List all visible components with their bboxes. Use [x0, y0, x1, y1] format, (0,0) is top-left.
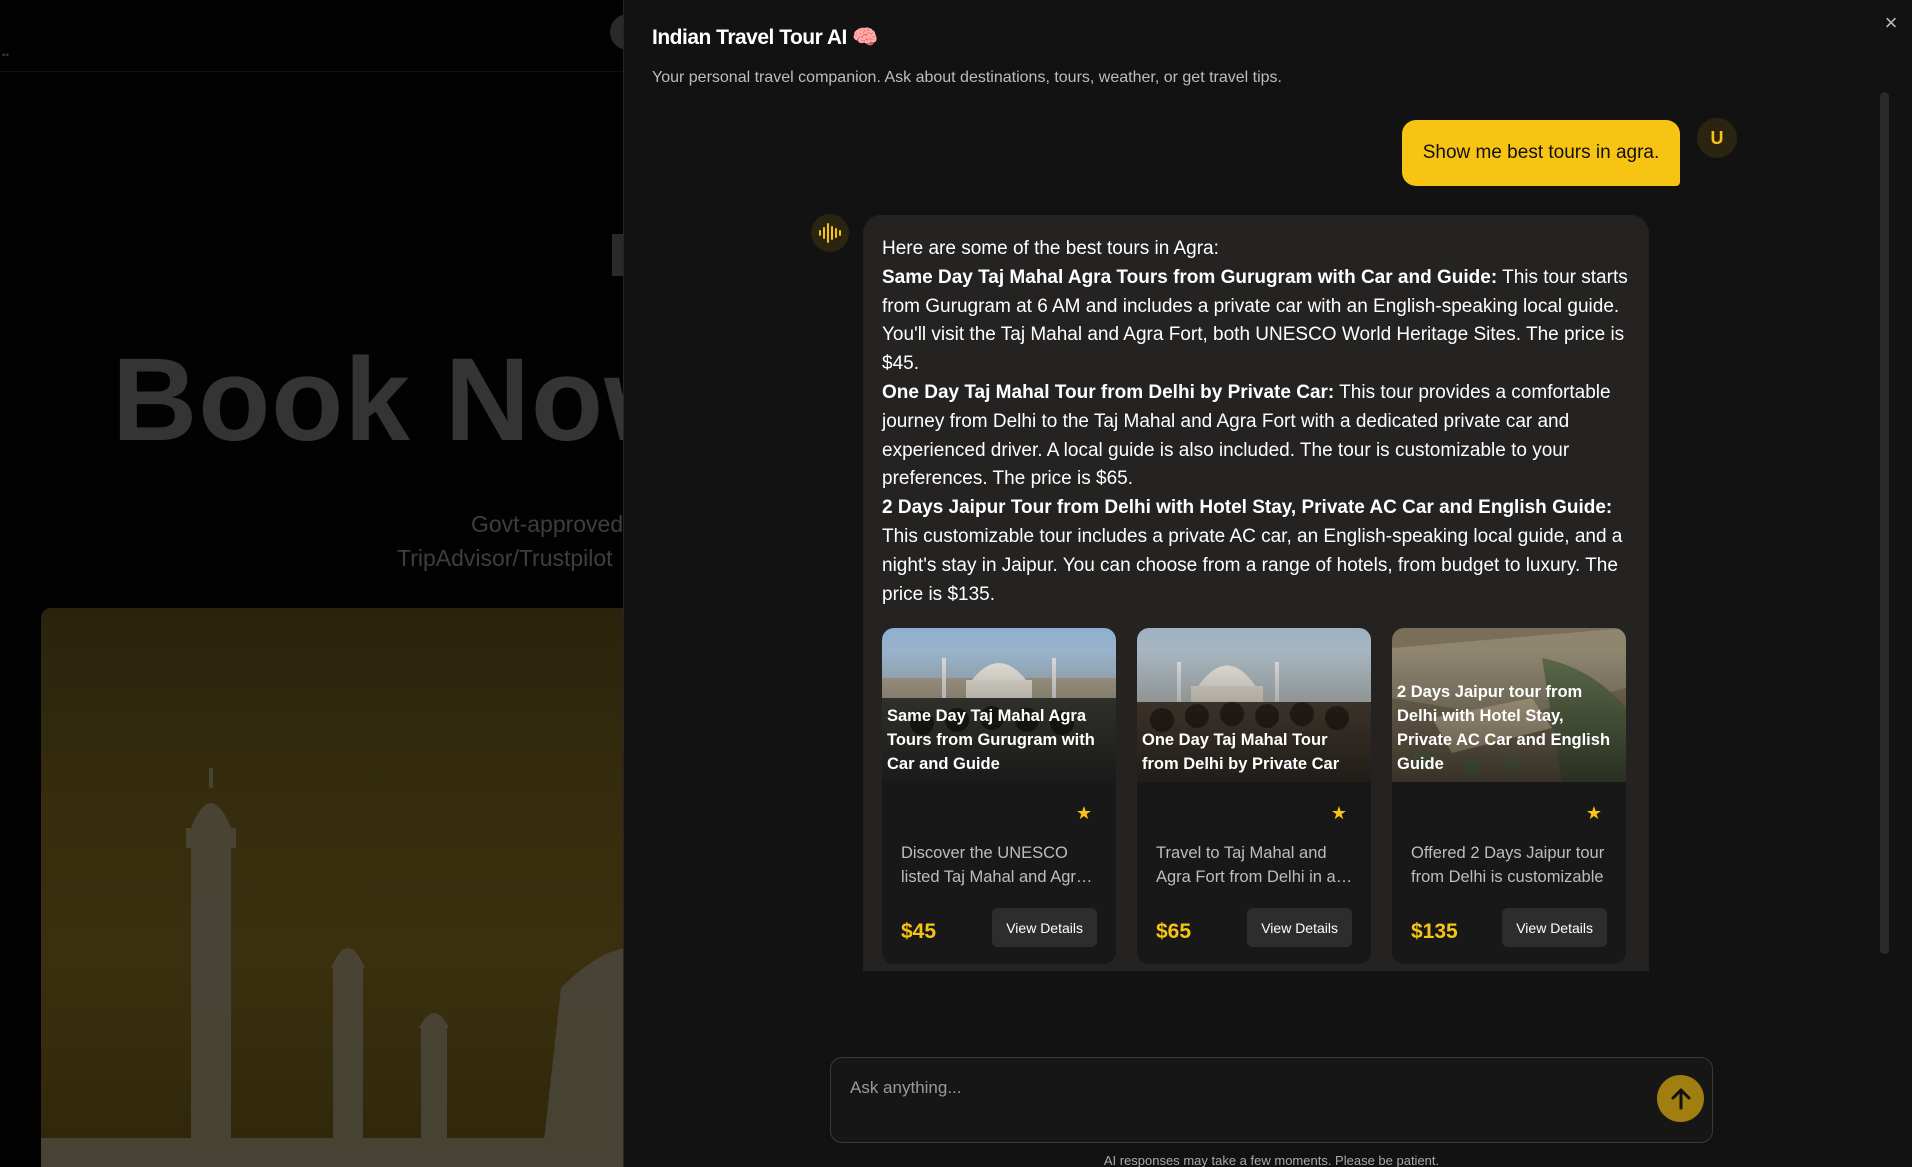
page: ▪▪ Book Now Govt-approved TripAdvisor/Tr…	[0, 0, 1912, 1167]
assistant-intro: Here are some of the best tours in Agra:	[882, 238, 1219, 259]
tour-summary-item: Same Day Taj Mahal Agra Tours from Gurug…	[882, 264, 1630, 379]
panel-subtitle: Your personal travel companion. Ask abou…	[652, 69, 1282, 86]
star-icon: ★	[1330, 803, 1347, 823]
tour-summary-heading: Same Day Taj Mahal Agra Tours from Gurug…	[882, 266, 1498, 288]
tour-card-price: $65	[1156, 920, 1192, 943]
background-topbar: ▪▪	[0, 0, 623, 72]
disclaimer-text: AI responses may take a few moments. Ple…	[1103, 1153, 1440, 1167]
tour-cards: Same Day Taj Mahal Agra Tours from Gurug…	[882, 628, 1626, 964]
star-icon: ★	[1585, 803, 1602, 823]
tour-card-description: Discover the UNESCO listed Taj Mahal and…	[901, 844, 1086, 886]
tour-card-price: $45	[901, 920, 937, 943]
chat-input-box	[830, 1057, 1713, 1143]
tour-card-title: 2 Days Jaipur tour from Delhi with Hotel…	[1397, 683, 1611, 773]
tour-card-image: Same Day Taj Mahal Agra Tours from Gurug…	[882, 628, 1116, 782]
tour-card-description: Offered 2 Days Jaipur tour from Delhi is…	[1411, 844, 1605, 886]
view-details-button[interactable]: View Details	[1502, 908, 1607, 947]
tour-card-description: Travel to Taj Mahal and Agra Fort from D…	[1156, 844, 1336, 886]
star-icon: ★	[1075, 803, 1092, 823]
view-details-button[interactable]: View Details	[992, 908, 1097, 947]
audio-wave-icon	[819, 223, 841, 243]
tour-card-price: $135	[1411, 920, 1458, 943]
tour-card[interactable]: 2 Days Jaipur tour from Delhi with Hotel…	[1392, 628, 1626, 964]
tour-card-title: One Day Taj Mahal Tour from Delhi by Pri…	[1142, 731, 1340, 773]
chat-panel: Indian Travel Tour AI 🧠 Your personal tr…	[623, 0, 1912, 1167]
arrow-up-icon	[1671, 1088, 1690, 1109]
chat-input[interactable]	[850, 1076, 1610, 1100]
assistant-message-bubble: Here are some of the best tours in Agra:…	[863, 215, 1649, 971]
background-subtitle-line1: Govt-approved	[471, 511, 623, 537]
tour-card-title: Same Day Taj Mahal Agra Tours from Gurug…	[887, 707, 1095, 773]
assistant-avatar	[811, 214, 849, 252]
background-badge	[612, 234, 623, 276]
chat-scrollbar[interactable]	[1880, 92, 1889, 954]
tour-card-image: One Day Taj Mahal Tour from Delhi by Pri…	[1137, 628, 1371, 782]
background-hero-heading: Book Now	[112, 334, 623, 466]
user-avatar: U	[1697, 118, 1737, 158]
tour-summary-item: One Day Taj Mahal Tour from Delhi by Pri…	[882, 379, 1630, 494]
background-menu-icon: ▪▪	[2, 50, 10, 61]
background-page: ▪▪ Book Now Govt-approved TripAdvisor/Tr…	[0, 0, 623, 1167]
assistant-message-text: Here are some of the best tours in Agra:…	[882, 235, 1630, 609]
tour-card-image: 2 Days Jaipur tour from Delhi with Hotel…	[1392, 628, 1626, 782]
user-message-bubble: Show me best tours in agra.	[1402, 120, 1680, 186]
view-details-button[interactable]: View Details	[1247, 908, 1352, 947]
tour-card[interactable]: One Day Taj Mahal Tour from Delhi by Pri…	[1137, 628, 1371, 964]
send-button[interactable]	[1657, 1075, 1704, 1122]
tour-summary-body: This customizable tour includes a privat…	[882, 525, 1623, 605]
panel-title: Indian Travel Tour AI 🧠	[652, 26, 878, 49]
tour-summary-item: 2 Days Jaipur Tour from Delhi with Hotel…	[882, 494, 1630, 609]
background-taj-mahal-image	[41, 608, 623, 1167]
tour-summary-heading: One Day Taj Mahal Tour from Delhi by Pri…	[882, 381, 1335, 403]
tour-card[interactable]: Same Day Taj Mahal Agra Tours from Gurug…	[882, 628, 1116, 964]
tour-summary-heading: 2 Days Jaipur Tour from Delhi with Hotel…	[882, 497, 1613, 519]
close-button[interactable]: ×	[1879, 12, 1903, 36]
background-subtitle-line2: TripAdvisor/Trustpilot	[397, 545, 613, 571]
